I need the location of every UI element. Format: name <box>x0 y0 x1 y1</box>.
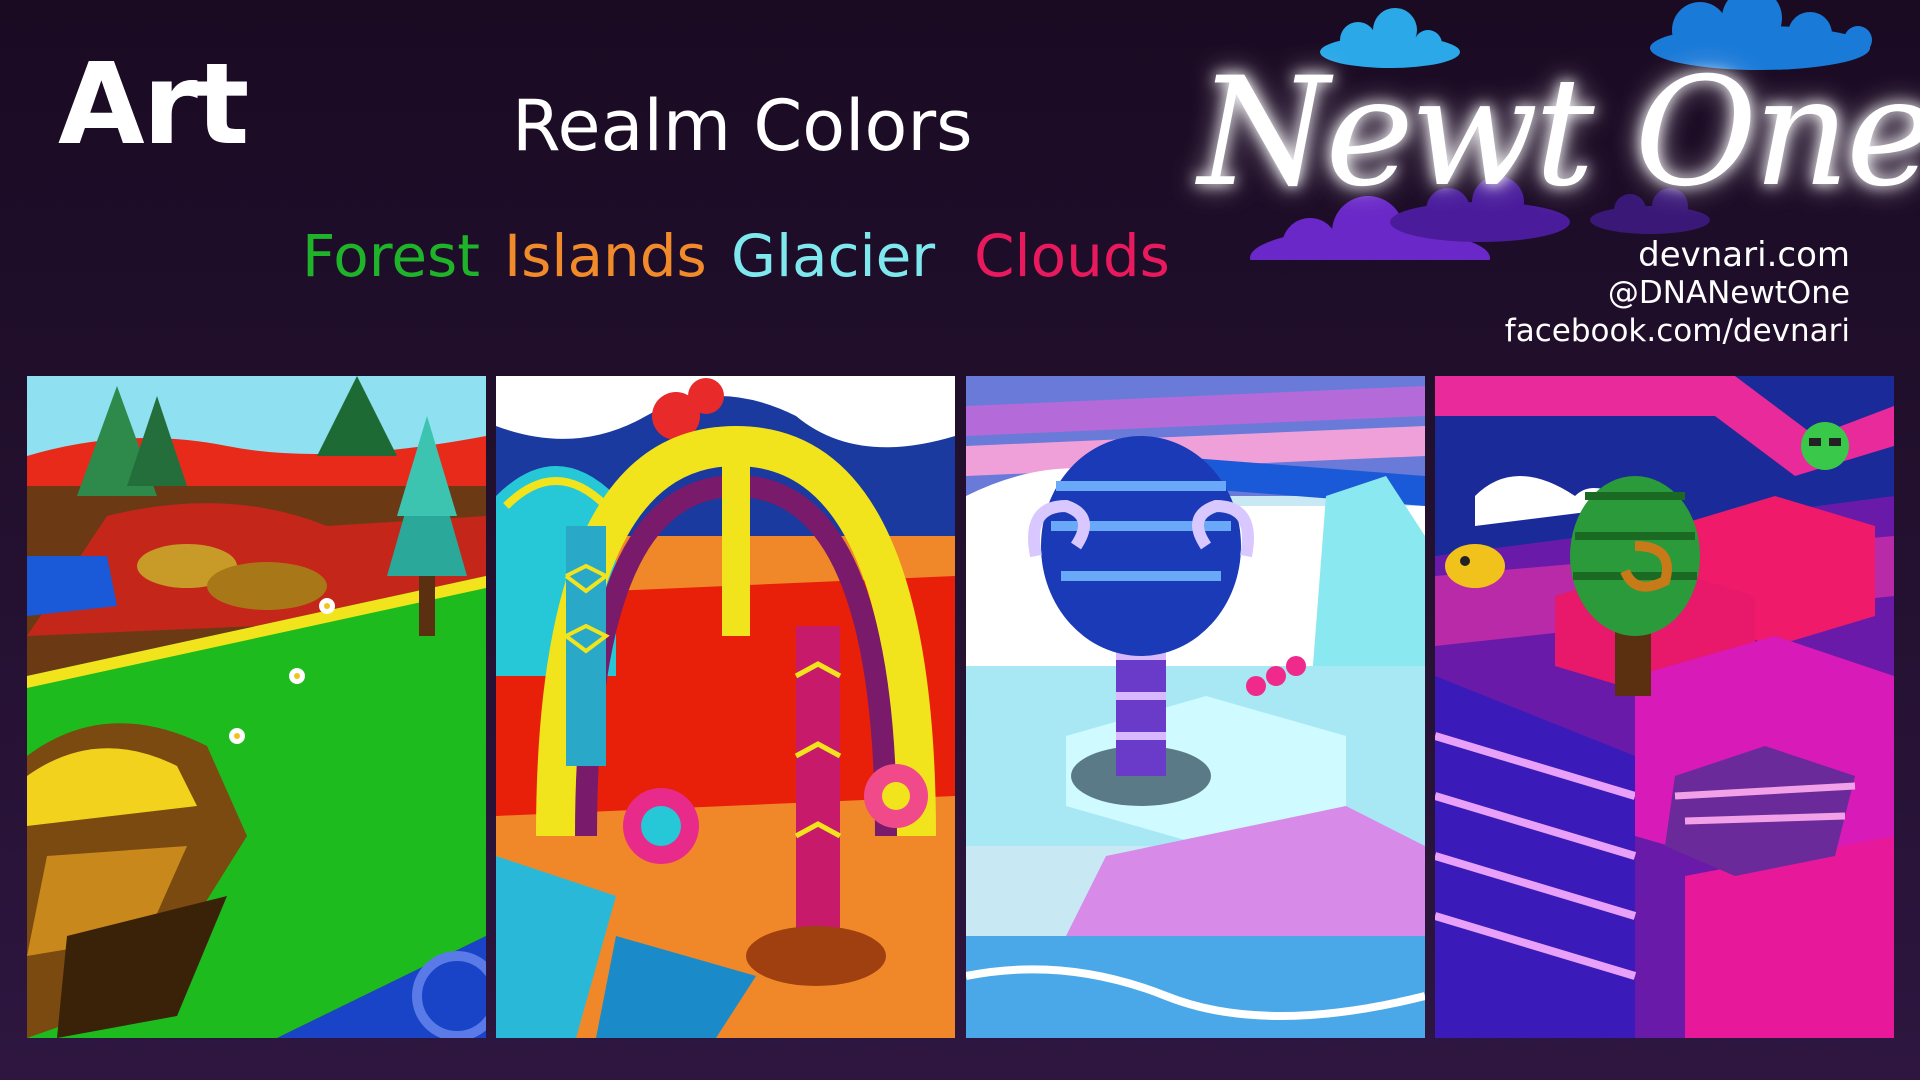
glacier-realm-screenshot <box>966 376 1425 1038</box>
fish-icon <box>1445 544 1505 588</box>
flower-icon <box>864 764 928 828</box>
realm-label-islands: Islands <box>504 222 707 290</box>
facebook-link[interactable]: facebook.com/devnari <box>1505 312 1850 350</box>
realm-label-forest: Forest <box>302 222 480 290</box>
newt-one-logo: Newt One <box>1180 0 1920 260</box>
palm-trunk-icon <box>564 526 610 766</box>
character-face-icon <box>1801 422 1849 470</box>
islands-realm-screenshot <box>496 376 955 1038</box>
realm-label-clouds: Clouds <box>974 222 1170 290</box>
forest-realm-screenshot <box>27 376 486 1038</box>
flower-icon <box>319 598 335 614</box>
page-title: Art <box>58 40 249 170</box>
logo-wordmark: Newt One <box>1198 46 1920 220</box>
palm-trunk-icon <box>794 626 842 946</box>
clouds-realm-screenshot <box>1435 376 1894 1038</box>
website-link[interactable]: devnari.com <box>1505 236 1850 274</box>
flower-icon <box>623 788 699 864</box>
realm-label-glacier: Glacier <box>731 222 936 290</box>
flower-icon <box>229 728 245 744</box>
twitter-handle[interactable]: @DNANewtOne <box>1505 274 1850 312</box>
realm-colors-heading: Realm Colors <box>512 85 973 167</box>
flower-icon <box>289 668 305 684</box>
contact-info: devnari.com @DNANewtOne facebook.com/dev… <box>1505 236 1850 350</box>
